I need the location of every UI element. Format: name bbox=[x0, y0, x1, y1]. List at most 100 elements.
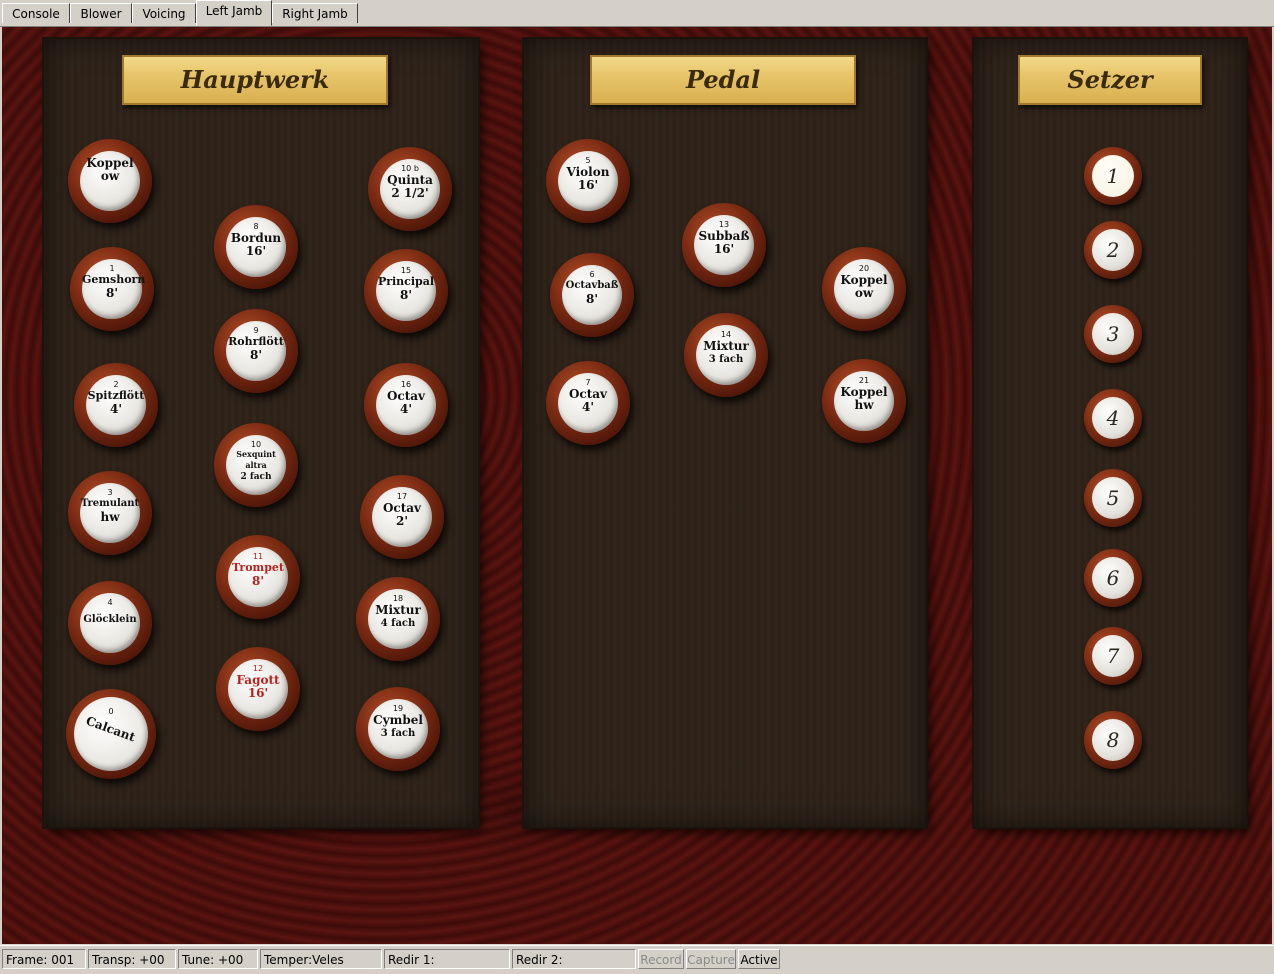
stop-octav-2[interactable]: 17 Octav 2' bbox=[360, 475, 444, 559]
stop-glocklein[interactable]: 4 Glöcklein bbox=[68, 581, 152, 665]
stop-name: Spitzflött bbox=[87, 389, 145, 402]
stop-number: 6 bbox=[589, 270, 595, 279]
status-bar: Frame: 001 Transp: +00 Tune: +00 Temper:… bbox=[0, 945, 1274, 974]
stop-trompet[interactable]: 11 Trompet 8' bbox=[216, 535, 300, 619]
stop-octav-pedal[interactable]: 7 Octav 4' bbox=[546, 361, 630, 445]
status-redir-2: Redir 2: bbox=[512, 949, 636, 969]
setzer-button-7[interactable]: 7 bbox=[1084, 627, 1142, 685]
setzer-button-6[interactable]: 6 bbox=[1084, 549, 1142, 607]
tab-blower[interactable]: Blower bbox=[70, 3, 132, 23]
stop-pitch: ow bbox=[854, 286, 874, 300]
stop-gemshorn[interactable]: 1 Gemshorn 8' bbox=[70, 247, 154, 331]
stop-fagott[interactable]: 12 Fagott 16' bbox=[216, 647, 300, 731]
stop-number: 21 bbox=[858, 376, 870, 385]
stop-cymbel[interactable]: 19 Cymbel 3 fach bbox=[356, 687, 440, 771]
stop-tremulant[interactable]: 3 Tremulant hw bbox=[68, 471, 152, 555]
stop-koppel-hw-pedal[interactable]: 21 Koppel hw bbox=[822, 359, 906, 443]
stop-pitch: 4 fach bbox=[380, 618, 416, 629]
stop-koppel-ow[interactable]: Koppel ow bbox=[68, 139, 152, 223]
setzer-button-5[interactable]: 5 bbox=[1084, 469, 1142, 527]
status-temperament: Temper:Veles bbox=[260, 949, 382, 969]
setzer-button-label: 6 bbox=[1092, 557, 1134, 599]
stop-name: Octav bbox=[386, 389, 426, 403]
setzer-button-label: 5 bbox=[1092, 477, 1134, 519]
tab-console[interactable]: Console bbox=[2, 3, 70, 23]
capture-button[interactable]: Capture bbox=[686, 949, 736, 969]
setzer-button-3[interactable]: 3 bbox=[1084, 305, 1142, 363]
stop-octavbass[interactable]: 6 Octavbaß 8' bbox=[550, 253, 634, 337]
tab-voicing[interactable]: Voicing bbox=[132, 3, 196, 23]
stop-mixtur-pedal[interactable]: 14 Mixtur 3 fach bbox=[684, 313, 768, 397]
setzer-button-2[interactable]: 2 bbox=[1084, 221, 1142, 279]
stop-pitch: 4' bbox=[109, 402, 123, 416]
setzer-button-4[interactable]: 4 bbox=[1084, 389, 1142, 447]
stop-face: 5 Violon 16' bbox=[558, 151, 618, 211]
stop-pitch: 8' bbox=[105, 286, 119, 300]
stop-octav-4[interactable]: 16 Octav 4' bbox=[364, 363, 448, 447]
stop-pitch: 4' bbox=[399, 402, 413, 416]
stop-rohrflott[interactable]: 9 Rohrflött 8' bbox=[214, 309, 298, 393]
hauptwerk-panel: Hauptwerk Koppel ow 1 Gemshorn 8' 2 Spit… bbox=[44, 39, 478, 827]
active-button[interactable]: Active bbox=[738, 949, 780, 969]
stop-name: Sexquint altra bbox=[236, 449, 276, 470]
stop-koppel-ow-pedal[interactable]: 20 Koppel ow bbox=[822, 247, 906, 331]
stop-name: Violon bbox=[566, 165, 610, 179]
organ-jamb-view: Hauptwerk Koppel ow 1 Gemshorn 8' 2 Spit… bbox=[2, 27, 1272, 944]
stop-pitch: 2' bbox=[395, 514, 409, 528]
stop-number: 13 bbox=[718, 220, 730, 229]
stop-name: Subbaß bbox=[698, 229, 750, 243]
stop-face: 21 Koppel hw bbox=[834, 371, 894, 431]
stop-number: 17 bbox=[396, 492, 408, 501]
stop-number: 9 bbox=[253, 326, 259, 335]
setzer-button-8[interactable]: 8 bbox=[1084, 711, 1142, 769]
stop-name: Bordun bbox=[230, 231, 282, 245]
stop-number: 12 bbox=[252, 664, 264, 673]
stop-face: 19 Cymbel 3 fach bbox=[368, 699, 428, 759]
stop-pitch: 8' bbox=[251, 574, 265, 588]
stop-face: 17 Octav 2' bbox=[372, 487, 432, 547]
stop-number: 14 bbox=[720, 330, 732, 339]
stop-face: 10 b Quinta 2 1/2' bbox=[380, 159, 440, 219]
tab-right-jamb[interactable]: Right Jamb bbox=[272, 3, 358, 23]
stop-bordun[interactable]: 8 Bordun 16' bbox=[214, 205, 298, 289]
stop-pitch: 16' bbox=[577, 178, 599, 192]
stop-name: Koppel bbox=[840, 273, 888, 287]
stop-quinta[interactable]: 10 b Quinta 2 1/2' bbox=[368, 147, 452, 231]
stop-face: 4 Glöcklein bbox=[80, 593, 140, 653]
stop-spitzflott[interactable]: 2 Spitzflött 4' bbox=[74, 363, 158, 447]
stop-pitch: hw bbox=[854, 398, 874, 412]
stop-name: Calcant bbox=[84, 713, 138, 745]
setzer-nameplate: Setzer bbox=[1018, 55, 1202, 105]
stop-pitch: 2 fach bbox=[240, 472, 272, 482]
stop-name: Principal bbox=[377, 275, 435, 288]
setzer-button-1[interactable]: 1 bbox=[1084, 147, 1142, 205]
stop-number: 11 bbox=[252, 552, 264, 561]
stop-face: 2 Spitzflött 4' bbox=[86, 375, 146, 435]
stop-pitch: 3 fach bbox=[708, 354, 744, 365]
stop-number: 8 bbox=[253, 222, 259, 231]
hauptwerk-nameplate: Hauptwerk bbox=[122, 55, 388, 105]
tab-left-jamb[interactable]: Left Jamb bbox=[196, 0, 272, 26]
stop-name: Koppel bbox=[86, 156, 134, 170]
stop-violon[interactable]: 5 Violon 16' bbox=[546, 139, 630, 223]
stop-pitch: 16' bbox=[713, 242, 735, 256]
stop-subbass[interactable]: 13 Subbaß 16' bbox=[682, 203, 766, 287]
stop-sexquint-altra[interactable]: 10 Sexquint altra 2 fach bbox=[214, 423, 298, 507]
stop-number: 3 bbox=[107, 488, 113, 497]
stop-number: 4 bbox=[107, 598, 113, 607]
stop-face: 15 Principal 8' bbox=[376, 261, 436, 321]
setzer-panel: Setzer 1 2 3 4 5 6 7 8 bbox=[974, 39, 1246, 827]
record-button[interactable]: Record bbox=[638, 949, 684, 969]
stop-pitch: 8' bbox=[249, 348, 263, 362]
stop-principal[interactable]: 15 Principal 8' bbox=[364, 249, 448, 333]
pedal-panel: Pedal 5 Violon 16' 6 Octavbaß 8' 7 Octav… bbox=[524, 39, 926, 827]
setzer-button-label: 7 bbox=[1092, 635, 1134, 677]
pedal-nameplate: Pedal bbox=[590, 55, 856, 105]
stop-mixtur[interactable]: 18 Mixtur 4 fach bbox=[356, 577, 440, 661]
stop-name: Cymbel bbox=[373, 713, 423, 727]
stop-calcant[interactable]: 0 Calcant bbox=[66, 689, 156, 779]
stop-number: 18 bbox=[392, 594, 404, 603]
stop-number: 16 bbox=[400, 380, 412, 389]
stop-name: Mixtur bbox=[375, 603, 421, 617]
stop-number: 10 bbox=[250, 440, 262, 449]
